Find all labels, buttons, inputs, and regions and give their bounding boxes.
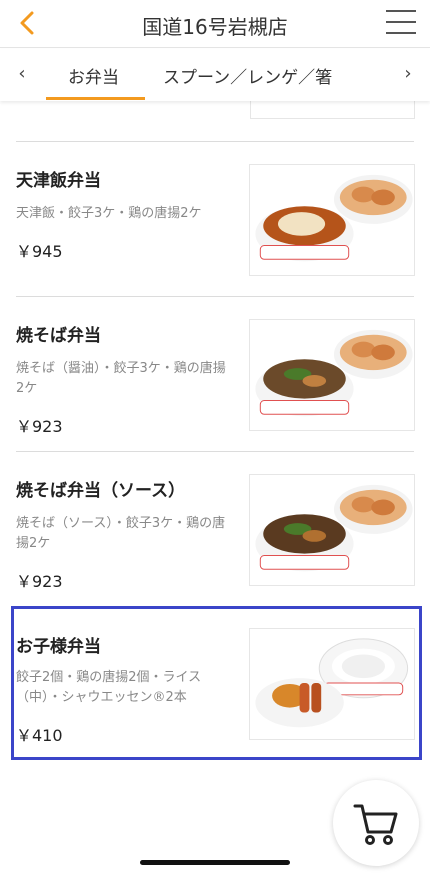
shopping-cart-icon	[353, 804, 398, 845]
product-image	[249, 628, 415, 740]
product-description: 焼そば（ソース）・餃子3ケ・鶏の唐揚2ケ	[16, 516, 226, 551]
product-description: 天津飯・餃子3ケ・鶏の唐揚2ケ	[16, 206, 202, 221]
product-price: ￥945	[16, 242, 63, 261]
product-item[interactable]: 焼そば弁当（ソース） 焼そば（ソース）・餃子3ケ・鶏の唐揚2ケ ￥923	[0, 452, 430, 602]
product-image	[249, 474, 415, 586]
product-name: お子様弁当	[16, 637, 101, 657]
menu-button[interactable]	[386, 10, 416, 36]
product-image-partial	[250, 101, 415, 119]
chevron-right-icon: ›	[404, 63, 412, 84]
tab-scroll-right-button[interactable]: ›	[396, 62, 420, 86]
tab-cutlery[interactable]: スプーン／レンゲ／箸	[163, 63, 332, 88]
page-title: 国道16号岩槻店	[142, 15, 288, 39]
product-list: 天津飯弁当 天津飯・餃子3ケ・鶏の唐揚2ケ ￥945 焼そば弁当 焼そば（醤油）…	[0, 101, 430, 875]
product-description: 焼そば（醤油）・餃子3ケ・鶏の唐揚2ケ	[16, 361, 226, 396]
app-header: 国道16号岩槻店	[0, 0, 430, 48]
product-description: 餃子2個・鶏の唐揚2個・ライス（中）・シャウエッセン®2本	[16, 670, 202, 705]
product-item[interactable]: 焼そば弁当 焼そば（醤油）・餃子3ケ・鶏の唐揚2ケ ￥923	[0, 297, 430, 447]
product-price: ￥410	[16, 726, 63, 745]
tab-scroll-left-button[interactable]: ‹	[10, 62, 34, 86]
product-price: ￥923	[16, 417, 63, 436]
active-tab-indicator	[46, 97, 145, 100]
product-image	[249, 319, 415, 431]
product-item[interactable]: 天津飯弁当 天津飯・餃子3ケ・鶏の唐揚2ケ ￥945	[0, 142, 430, 292]
cart-button[interactable]	[333, 780, 419, 866]
product-item-selected[interactable]: お子様弁当 餃子2個・鶏の唐揚2個・ライス（中）・シャウエッセン®2本 ￥410	[0, 606, 430, 760]
hamburger-menu-icon	[386, 10, 416, 12]
product-name: 焼そば弁当	[16, 326, 101, 346]
category-tabbar: ‹ お弁当 スプーン／レンゲ／箸 ›	[0, 49, 430, 101]
home-indicator	[140, 860, 290, 865]
product-name: 天津飯弁当	[16, 171, 101, 191]
chevron-left-icon: ‹	[18, 63, 26, 84]
tab-bento[interactable]: お弁当	[68, 63, 119, 88]
product-price: ￥923	[16, 572, 63, 591]
product-name: 焼そば弁当（ソース）	[16, 481, 186, 501]
product-image	[249, 164, 415, 276]
